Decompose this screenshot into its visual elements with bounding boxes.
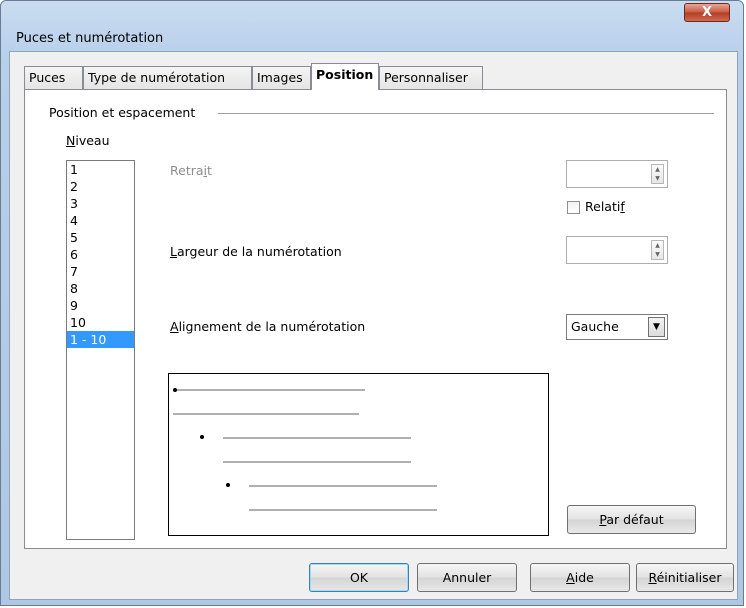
bullet-icon: [226, 483, 230, 487]
list-item-selected[interactable]: 1 - 10: [67, 331, 134, 348]
mnemonic: N: [66, 133, 76, 148]
reset-button[interactable]: Réinitialiser: [636, 563, 734, 592]
level-list[interactable]: 1 2 3 4 5 6 7 8 9 10 1 - 10: [66, 160, 135, 540]
indent-spinbox[interactable]: ▲ ▼: [566, 160, 668, 188]
button-label: ide: [574, 570, 594, 585]
list-item[interactable]: 10: [67, 314, 134, 331]
tab-label: Type de numérotation: [88, 70, 226, 85]
tab-position[interactable]: Position: [311, 63, 379, 90]
tab-label: Personnaliser: [384, 70, 468, 85]
title-bar[interactable]: Puces et numérotation X: [1, 1, 745, 51]
tab-label: Puces: [29, 70, 66, 85]
close-icon: X: [701, 5, 713, 20]
tab-label: Position: [316, 67, 374, 82]
button-label: ar défaut: [606, 512, 664, 527]
label-text: Retra: [170, 163, 204, 178]
list-item[interactable]: 1: [67, 161, 134, 178]
button-label: OK: [349, 570, 369, 585]
bullet-icon: [200, 435, 204, 439]
alignment-dropdown[interactable]: Gauche ▼: [566, 314, 668, 340]
preview-line: [249, 485, 437, 487]
window-title: Puces et numérotation: [16, 31, 164, 46]
numbering-width-label: Largeur de la numérotation: [170, 244, 342, 259]
ok-button[interactable]: OK: [309, 563, 409, 592]
label-text: iveau: [75, 133, 110, 148]
default-button[interactable]: Par défaut: [567, 505, 696, 534]
mnemonic: A: [170, 319, 179, 334]
button-label: Annuler: [442, 570, 492, 585]
preview-line: [223, 461, 411, 463]
list-item[interactable]: 5: [67, 229, 134, 246]
relative-label: Relatif: [585, 199, 625, 214]
preview-line: [249, 509, 437, 511]
section-divider: [218, 113, 714, 114]
help-button[interactable]: Aide: [530, 563, 630, 592]
numbering-alignment-label: Alignement de la numérotation: [170, 319, 365, 334]
button-label: éinitialiser: [656, 570, 722, 585]
preview-line: [223, 437, 411, 439]
tab-label: Images: [257, 70, 303, 85]
list-item[interactable]: 4: [67, 212, 134, 229]
section-title: Position et espacement: [49, 105, 196, 120]
label-text: argeur de la numérotation: [176, 244, 342, 259]
list-item[interactable]: 2: [67, 178, 134, 195]
mnemonic: f: [620, 199, 625, 214]
mnemonic: A: [566, 570, 575, 585]
label-text: Relati: [585, 199, 621, 214]
close-button[interactable]: X: [684, 3, 730, 22]
mnemonic: L: [170, 244, 177, 259]
list-item[interactable]: 6: [67, 246, 134, 263]
level-label: Niveau: [66, 133, 110, 148]
tab-puces[interactable]: Puces: [24, 66, 83, 90]
tab-personnaliser[interactable]: Personnaliser: [379, 66, 483, 90]
dropdown-value: Gauche: [571, 319, 619, 334]
chevron-down-icon[interactable]: ▼: [648, 317, 665, 337]
relative-checkbox[interactable]: [567, 201, 580, 214]
list-item[interactable]: 3: [67, 195, 134, 212]
list-item[interactable]: 9: [67, 297, 134, 314]
tab-images[interactable]: Images: [252, 66, 311, 90]
preview-line: [173, 413, 359, 415]
label-text: lignement de la numérotation: [178, 319, 366, 334]
label-text: t: [207, 163, 212, 178]
indent-label: Retrait: [170, 163, 212, 178]
spin-arrows-icon[interactable]: ▲ ▼: [651, 164, 664, 184]
tab-type-de-numerotation[interactable]: Type de numérotation: [83, 66, 252, 90]
list-item[interactable]: 8: [67, 280, 134, 297]
cancel-button[interactable]: Annuler: [417, 563, 517, 592]
spin-arrows-icon[interactable]: ▲ ▼: [651, 240, 664, 260]
preview-line: [177, 389, 365, 391]
preview-box: [168, 373, 549, 536]
mnemonic: R: [648, 570, 657, 585]
numbering-width-spinbox[interactable]: ▲ ▼: [566, 236, 668, 264]
list-item[interactable]: 7: [67, 263, 134, 280]
